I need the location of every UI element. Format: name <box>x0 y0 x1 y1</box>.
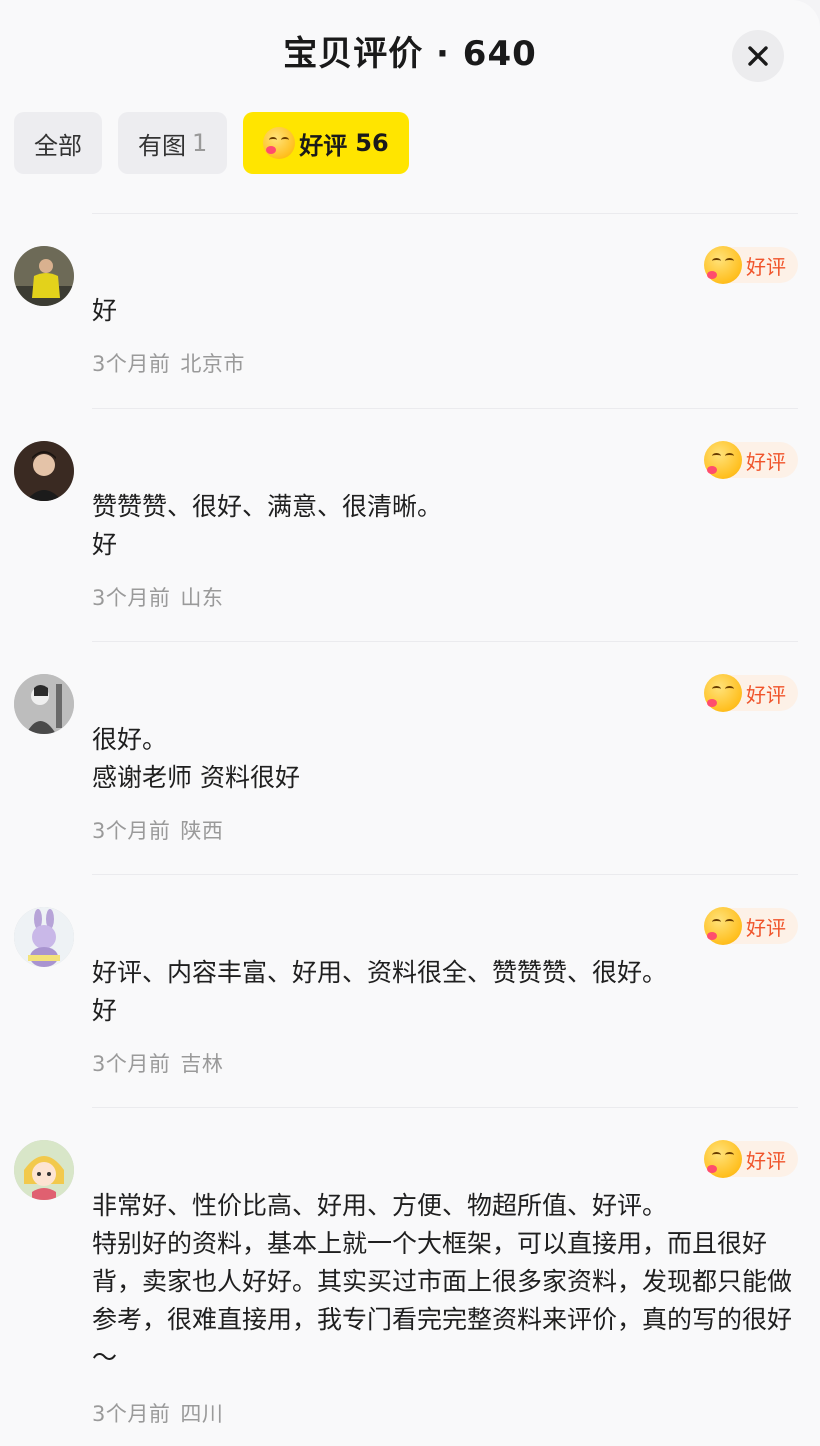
smiling-emoji-icon <box>704 674 742 712</box>
review-location: 陕西 <box>180 819 224 843</box>
avatar[interactable] <box>14 1140 74 1200</box>
positive-review-badge: 好评 <box>704 441 798 479</box>
review-meta: 3个月前 山东 <box>92 582 223 612</box>
review-meta: 3个月前 北京市 <box>92 348 245 378</box>
positive-review-badge: 好评 <box>704 246 798 284</box>
positive-review-badge: 好评 <box>704 907 798 945</box>
badge-label: 好评 <box>746 915 786 940</box>
filter-with-images-label: 有图 <box>138 131 186 160</box>
badge-label: 好评 <box>746 449 786 474</box>
filter-with-images[interactable]: 有图 1 <box>118 112 228 174</box>
review-location: 北京市 <box>180 352 245 376</box>
filter-with-images-count: 1 <box>192 129 208 157</box>
avatar[interactable] <box>14 674 74 734</box>
avatar[interactable] <box>14 246 74 306</box>
filter-positive-count: 56 <box>355 129 389 157</box>
review-time: 3个月前 <box>92 1402 171 1426</box>
review-time: 3个月前 <box>92 819 171 843</box>
review-location: 吉林 <box>180 1052 224 1076</box>
filter-all[interactable]: 全部 <box>14 112 102 174</box>
positive-review-badge: 好评 <box>704 674 798 712</box>
close-icon <box>748 46 768 66</box>
smiling-emoji-icon <box>704 1140 742 1178</box>
badge-label: 好评 <box>746 254 786 279</box>
divider <box>92 1107 798 1108</box>
reviews-sheet: 宝贝评价 · 640 全部 有图 1 好评 56 好评 好 3个月前 北京市 好… <box>0 0 820 1446</box>
badge-label: 好评 <box>746 1148 786 1173</box>
review-time: 3个月前 <box>92 1052 171 1076</box>
smiling-emoji-icon <box>704 441 742 479</box>
avatar[interactable] <box>14 907 74 967</box>
review-location: 山东 <box>180 586 224 610</box>
filter-positive-label: 好评 <box>299 131 348 160</box>
review-time: 3个月前 <box>92 586 171 610</box>
divider <box>92 408 798 409</box>
review-location: 四川 <box>180 1402 224 1426</box>
page-title: 宝贝评价 · 640 <box>283 34 537 74</box>
divider <box>92 641 798 642</box>
positive-review-badge: 好评 <box>704 1140 798 1178</box>
review-text: 赞赞赞、很好、满意、很清晰。 好 <box>92 492 443 559</box>
avatar[interactable] <box>14 441 74 501</box>
filter-positive[interactable]: 好评 56 <box>243 112 409 174</box>
divider <box>92 213 798 214</box>
review-text: 好评、内容丰富、好用、资料很全、赞赞赞、很好。 好 <box>92 958 668 1025</box>
filter-all-label: 全部 <box>34 131 82 160</box>
filter-tabs: 全部 有图 1 好评 56 <box>14 112 409 174</box>
review-time: 3个月前 <box>92 352 171 376</box>
review-text: 好 <box>92 296 118 325</box>
review-meta: 3个月前 陕西 <box>92 815 223 845</box>
divider <box>92 874 798 875</box>
review-text: 很好。 感谢老师 资料很好 <box>92 725 300 792</box>
badge-label: 好评 <box>746 682 786 707</box>
smiling-emoji-icon <box>263 127 296 159</box>
smiling-emoji-icon <box>704 907 742 945</box>
close-button[interactable] <box>732 30 784 82</box>
review-meta: 3个月前 四川 <box>92 1398 223 1428</box>
review-text: 非常好、性价比高、好用、方便、物超所值、好评。 特别好的资料，基本上就一个大框架… <box>92 1191 793 1372</box>
smiling-emoji-icon <box>704 246 742 284</box>
review-meta: 3个月前 吉林 <box>92 1048 223 1078</box>
